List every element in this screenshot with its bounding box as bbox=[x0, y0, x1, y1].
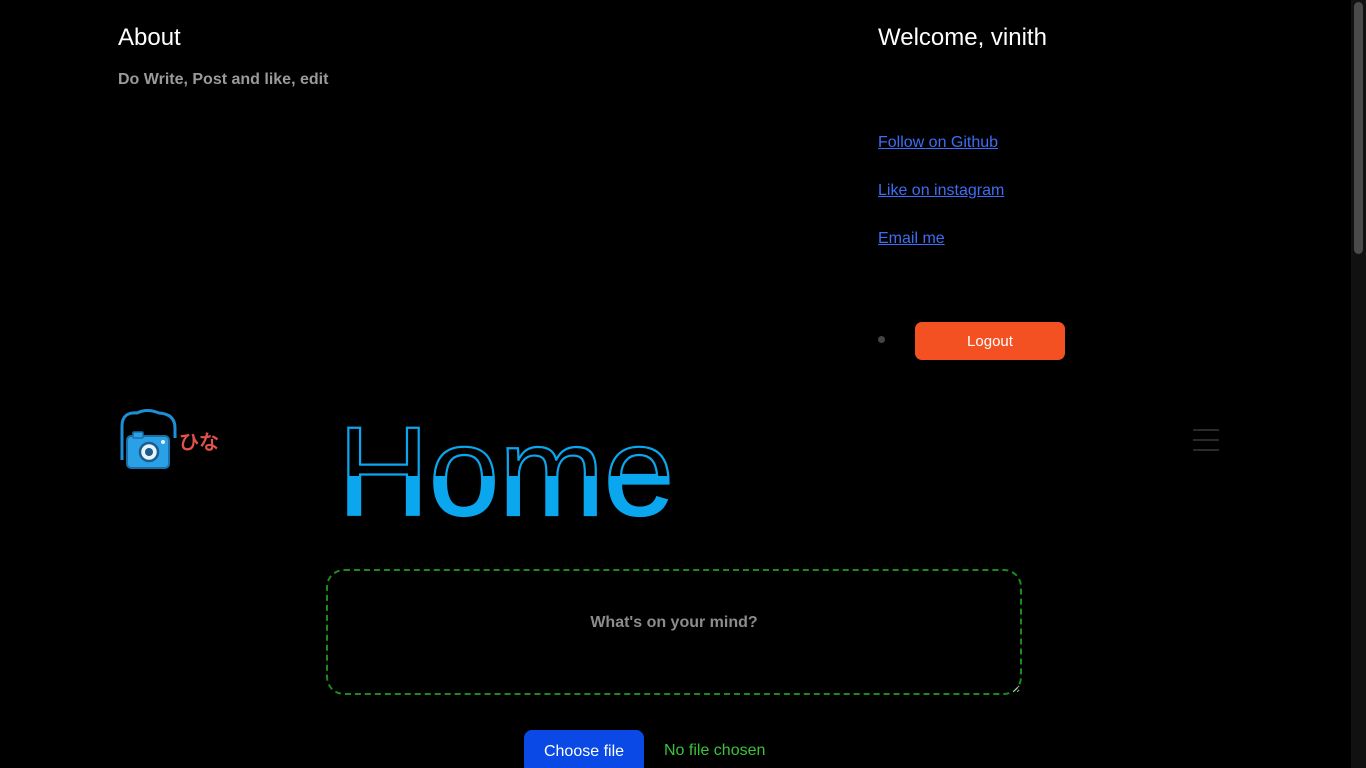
file-status-text: No file chosen bbox=[664, 742, 766, 759]
social-links: Follow on Github Like on instagram Email… bbox=[878, 134, 1004, 278]
menu-toggle-button[interactable] bbox=[1193, 429, 1219, 451]
vertical-scrollbar[interactable] bbox=[1351, 0, 1366, 768]
welcome-title: Welcome, vinith bbox=[878, 24, 1047, 51]
link-item-github: Follow on Github bbox=[878, 134, 1004, 182]
logo-text: ひな bbox=[179, 430, 219, 454]
github-link[interactable]: Follow on Github bbox=[878, 134, 998, 151]
email-link[interactable]: Email me bbox=[878, 230, 945, 247]
bullet-dot bbox=[878, 336, 885, 343]
link-item-instagram: Like on instagram bbox=[878, 182, 1004, 230]
instagram-link[interactable]: Like on instagram bbox=[878, 182, 1004, 199]
home-title: Home Home bbox=[337, 404, 675, 534]
choose-file-button[interactable]: Choose file bbox=[524, 730, 644, 768]
link-item-email: Email me bbox=[878, 230, 1004, 278]
about-description: Do Write, Post and like, edit bbox=[118, 71, 329, 88]
menu-bar-icon bbox=[1193, 429, 1219, 431]
logout-button[interactable]: Logout bbox=[915, 322, 1065, 360]
about-title: About bbox=[118, 24, 181, 51]
post-input[interactable] bbox=[326, 569, 1022, 695]
menu-bar-icon bbox=[1193, 439, 1219, 441]
menu-bar-icon bbox=[1193, 449, 1219, 451]
brand-logo[interactable]: ひな bbox=[119, 408, 223, 472]
camera-icon bbox=[120, 409, 177, 469]
page: About Do Write, Post and like, edit Welc… bbox=[0, 0, 1351, 768]
scrollbar-thumb[interactable] bbox=[1354, 2, 1363, 254]
